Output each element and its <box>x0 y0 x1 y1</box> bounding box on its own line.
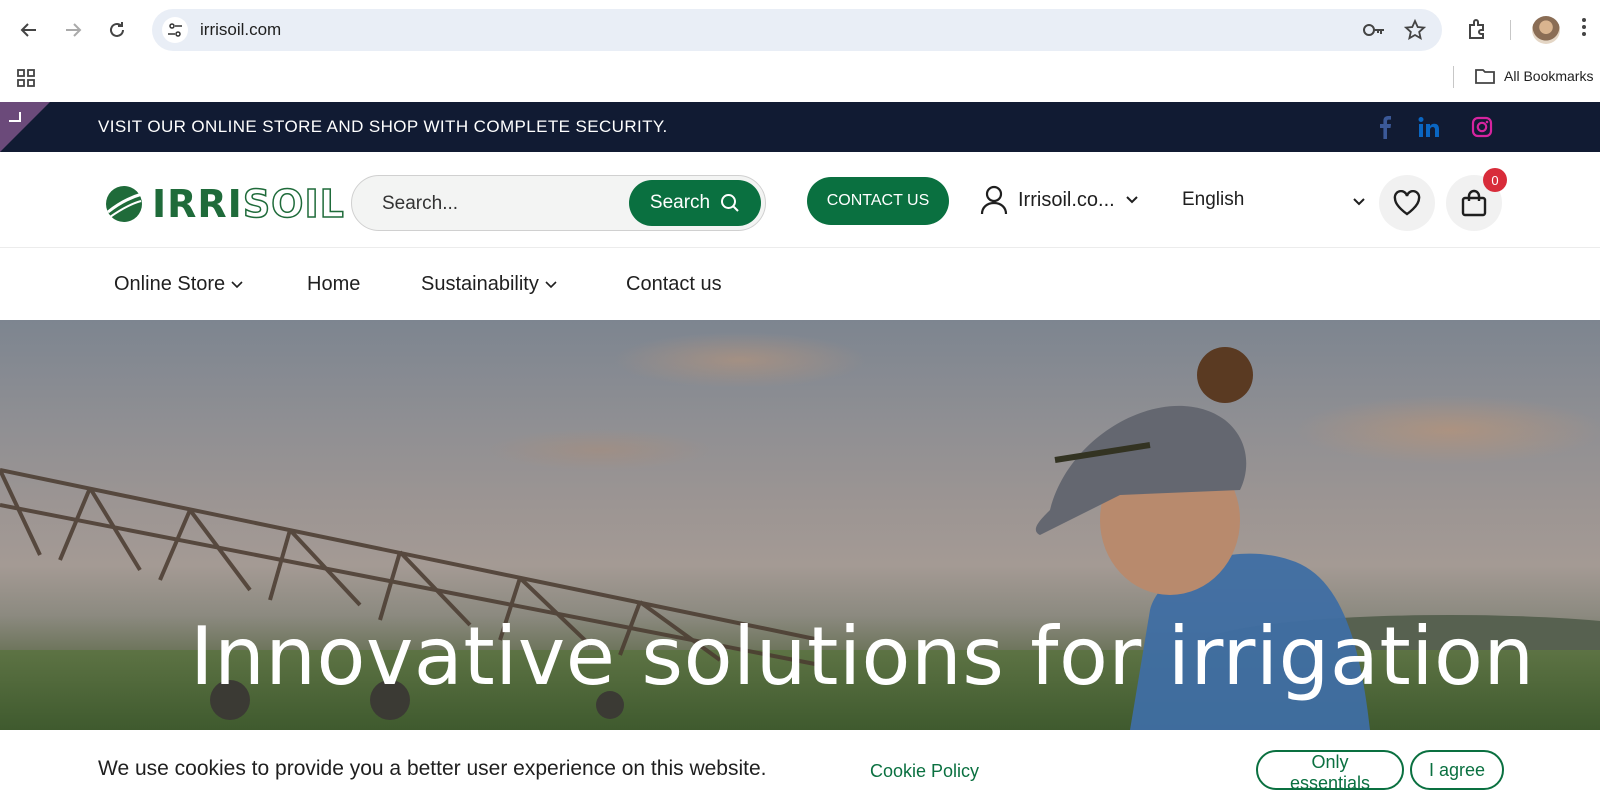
contact-us-button[interactable]: CONTACT US <box>807 177 949 225</box>
site-header: IRRISOIL Search CONTACT US Irrisoil.co..… <box>0 152 1600 248</box>
shopping-bag-icon <box>1461 189 1487 217</box>
site-info-button[interactable] <box>162 17 188 43</box>
logo-wordmark: IRRISOIL <box>152 181 345 227</box>
instagram-icon[interactable] <box>1471 116 1493 143</box>
main-nav: Online Store Home Sustainability Contact… <box>0 248 1600 320</box>
nav-item-contact-us[interactable]: Contact us <box>626 273 722 296</box>
nav-item-label: Sustainability <box>421 273 539 295</box>
reload-icon <box>110 22 124 37</box>
tune-icon <box>168 23 182 37</box>
apps-grid-icon[interactable] <box>16 68 36 93</box>
corner-tab-icon <box>9 112 21 122</box>
facebook-icon[interactable] <box>1378 115 1392 144</box>
chevron-down-icon <box>231 280 243 288</box>
search-icon <box>721 194 739 212</box>
all-bookmarks-label: All Bookmarks <box>1504 68 1594 84</box>
linkedin-icon[interactable] <box>1418 116 1440 143</box>
chevron-down-icon <box>545 280 557 288</box>
profile-avatar[interactable] <box>1532 16 1560 44</box>
logo-leaf-icon <box>106 186 143 222</box>
all-bookmarks-button[interactable]: All Bookmarks <box>1475 67 1593 85</box>
password-key-icon[interactable] <box>1362 20 1386 45</box>
nav-item-online-store[interactable]: Online Store <box>114 273 243 296</box>
announcement-text: VISIT OUR ONLINE STORE AND SHOP WITH COM… <box>98 117 668 136</box>
announcement-bar: VISIT OUR ONLINE STORE AND SHOP WITH COM… <box>0 102 1600 152</box>
wishlist-button[interactable] <box>1379 175 1435 231</box>
search-box: Search <box>351 175 766 231</box>
nav-item-sustainability[interactable]: Sustainability <box>421 273 557 296</box>
extensions-icon[interactable] <box>1466 17 1490 46</box>
language-select[interactable]: English <box>1182 189 1244 211</box>
nav-item-label: Home <box>307 273 361 295</box>
forward-button[interactable] <box>57 14 89 46</box>
arrow-left-icon <box>20 23 36 37</box>
url-text[interactable]: irrisoil.com <box>200 20 281 40</box>
cookie-consent-bar: We use cookies to provide you a better u… <box>0 730 1600 806</box>
bookmark-star-icon[interactable] <box>1403 18 1427 46</box>
back-button[interactable] <box>13 14 45 46</box>
heart-icon <box>1393 190 1421 216</box>
cookie-policy-link[interactable]: Cookie Policy <box>870 761 979 782</box>
search-button-label: Search <box>649 192 711 213</box>
hero-title: Innovative solutions for irrigation <box>190 610 1535 703</box>
account-menu[interactable]: Irrisoil.co... <box>980 185 1139 215</box>
nav-item-label: Contact us <box>626 273 722 295</box>
toolbar-divider <box>1510 20 1511 40</box>
arrow-right-icon <box>66 23 82 37</box>
reload-button[interactable] <box>101 14 133 46</box>
cookie-message: We use cookies to provide you a better u… <box>98 757 767 780</box>
nav-item-home[interactable]: Home <box>307 273 360 296</box>
search-button[interactable]: Search <box>629 180 761 226</box>
bookmarks-bar: All Bookmarks <box>0 58 1600 102</box>
hero-banner: Innovative solutions for irrigation <box>0 320 1600 730</box>
nav-item-label: Online Store <box>114 273 226 295</box>
bookmarks-divider <box>1453 66 1454 88</box>
corner-tab[interactable] <box>0 102 50 152</box>
account-label: Irrisoil.co... <box>1018 188 1115 211</box>
browser-toolbar: irrisoil.com <box>0 0 1600 58</box>
site-logo[interactable]: IRRISOIL <box>104 181 345 227</box>
user-icon <box>980 185 1008 215</box>
language-chevron-down-icon[interactable] <box>1352 194 1366 212</box>
search-input[interactable] <box>382 190 622 218</box>
only-essentials-button[interactable]: Only essentials <box>1256 750 1404 793</box>
address-bar[interactable]: irrisoil.com <box>152 9 1442 51</box>
agree-button[interactable]: I agree <box>1410 750 1504 790</box>
folder-icon <box>1475 69 1495 84</box>
cart-count-badge: 0 <box>1483 168 1507 192</box>
browser-menu-icon[interactable] <box>1582 18 1586 36</box>
chevron-down-icon <box>1125 196 1138 204</box>
